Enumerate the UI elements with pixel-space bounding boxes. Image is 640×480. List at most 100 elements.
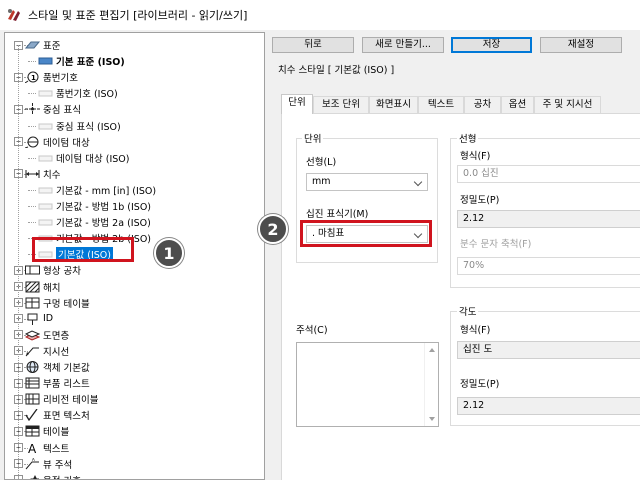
center-mark-icon <box>25 103 40 116</box>
save-button[interactable]: 저장 <box>451 37 532 53</box>
back-button[interactable]: 뒤로 <box>272 37 354 53</box>
svg-text:1: 1 <box>31 74 36 82</box>
tree-item-label: 객체 기본값 <box>43 363 90 374</box>
tree-item[interactable]: 지시선 <box>25 343 69 359</box>
tab-text[interactable]: 텍스트 <box>418 96 464 113</box>
tree-item-label: 지시선 <box>43 346 70 358</box>
tree-item-label: 테이블 <box>43 427 70 439</box>
reset-button[interactable]: 재설정 <box>540 37 622 53</box>
tree-item-label: 기본값 - mm [in] (ISO) <box>56 185 157 197</box>
tree-guide-line <box>18 45 19 479</box>
tree-item[interactable]: 테이블 <box>25 423 69 439</box>
hole-table-icon <box>25 297 40 309</box>
linear-group-label: 선형 <box>457 131 479 145</box>
hatch-icon <box>25 281 40 293</box>
highlight-decimal-marker <box>300 220 432 247</box>
style-item-icon <box>38 200 53 212</box>
fractional-scale-label: 분수 문자 축척(F) <box>460 239 532 250</box>
scroll-up-arrow-icon[interactable] <box>429 348 435 352</box>
tree-connector <box>28 125 36 127</box>
layers-icon <box>24 329 41 341</box>
tree-item[interactable]: 객체 기본값 <box>25 359 90 375</box>
scroll-down-arrow-icon[interactable] <box>429 417 435 421</box>
linear-format-select[interactable]: 0.0 십진 <box>457 165 640 183</box>
decimal-marker-label: 십진 표식기(M) <box>306 209 369 220</box>
tree-item-label: 치수 <box>43 169 61 181</box>
tree-item-label: 중심 표식 <box>43 105 81 117</box>
tab-units[interactable]: 단위 <box>281 94 313 114</box>
tree-item[interactable]: 품번기호 (ISO) <box>38 85 118 101</box>
angular-format-value: 십진 도 <box>463 344 493 355</box>
surface-texture-icon <box>25 408 40 422</box>
tree-item[interactable]: 표준 <box>24 37 61 53</box>
tree-item[interactable]: ID <box>25 311 53 327</box>
tree-item-label: ID <box>43 313 54 325</box>
comment-label: 주석(C) <box>296 325 328 336</box>
tree-item-label: 기본 표준 (ISO) <box>56 57 125 69</box>
angular-group-label: 각도 <box>457 304 479 318</box>
datum-target-icon <box>24 136 40 149</box>
table-icon <box>25 425 40 437</box>
angular-precision-value: 2.12 <box>463 400 485 411</box>
tree-item[interactable]: 1 품번기호 <box>24 69 78 85</box>
tree-item[interactable]: 중심 표식 (ISO) <box>38 118 121 134</box>
tree-connector <box>28 61 36 63</box>
angular-precision-label: 정밀도(P) <box>460 379 500 390</box>
linear-format-label: 형식(F) <box>460 151 491 162</box>
tree-item-label: 부품 리스트 <box>43 379 90 391</box>
tree-item[interactable]: A 뷰 주석 <box>25 456 72 472</box>
style-item-icon <box>38 216 53 228</box>
svg-text:A: A <box>32 458 35 462</box>
tree-item[interactable]: 중심 표식 <box>25 101 81 117</box>
tree-item[interactable]: 기본 표준 (ISO) <box>38 53 125 69</box>
angular-format-select[interactable]: 십진 도 <box>457 341 640 359</box>
feature-control-icon <box>25 264 40 276</box>
tree-item[interactable]: 해치 <box>25 279 60 295</box>
linear-units-value: mm <box>312 176 331 187</box>
tree-item[interactable]: 기본값 - 방법 2a (ISO) <box>38 214 151 230</box>
angular-format-label: 형식(F) <box>460 325 491 336</box>
tree-connector <box>28 206 36 207</box>
new-button[interactable]: 새로 만들기... <box>362 37 444 53</box>
tree-item[interactable]: 기본값 - mm [in] (ISO) <box>38 182 156 198</box>
tree-item[interactable]: 용접 기호 <box>25 472 81 479</box>
highlight-selected-style <box>32 237 134 262</box>
comment-textarea[interactable] <box>296 342 439 427</box>
tree-item[interactable]: 도면층 <box>24 327 69 343</box>
weld-symbol-icon <box>25 474 40 479</box>
tree-item[interactable]: 치수 <box>25 166 60 182</box>
tab-options[interactable]: 옵션 <box>501 96 534 113</box>
angular-precision-select[interactable]: 2.12 <box>457 397 640 415</box>
tree-item[interactable]: 데이텀 대상 (ISO) <box>38 150 129 166</box>
tree-item[interactable]: 구멍 테이블 <box>25 295 90 311</box>
tree-item-label: 형상 공차 <box>43 266 81 278</box>
tree-item[interactable]: 데이텀 대상 <box>24 134 90 150</box>
tab-tolerance[interactable]: 공차 <box>464 96 501 113</box>
tree-item-label: 중심 표식 (ISO) <box>56 121 121 133</box>
tree-connector <box>28 222 36 224</box>
revision-table-icon <box>25 393 40 405</box>
units-group-label: 단위 <box>302 131 324 145</box>
tree-item[interactable]: A 텍스트 <box>25 440 69 456</box>
fractional-scale-select[interactable]: 70% <box>457 257 640 275</box>
tree-item-label: 데이텀 대상 (ISO) <box>56 153 130 165</box>
comment-scrollbar[interactable] <box>424 343 438 426</box>
linear-precision-label: 정밀도(P) <box>460 195 500 206</box>
tree-item-label: 기본값 - 방법 1b (ISO) <box>56 202 152 213</box>
tree-item[interactable]: 기본값 - 방법 1b (ISO) <box>38 198 151 214</box>
tree-item[interactable]: 리비전 테이블 <box>25 391 98 407</box>
linear-units-select[interactable]: mm <box>306 173 428 191</box>
callout-badge-2: 2 <box>258 214 288 244</box>
tree-item[interactable]: 표면 텍스처 <box>25 407 90 423</box>
style-section-title: 치수 스타일 [ 기본값 (ISO) ] <box>278 65 395 76</box>
tree-item-label: 데이텀 대상 <box>43 137 90 149</box>
linear-precision-select[interactable]: 2.12 <box>457 210 640 228</box>
app-logo-icon <box>6 7 22 23</box>
tree-item-label: 표준 <box>43 41 61 52</box>
tree-item[interactable]: 형상 공차 <box>25 262 81 278</box>
tab-display[interactable]: 화면표시 <box>369 96 418 113</box>
tab-notes-and-leaders[interactable]: 주 및 지시선 <box>534 96 601 113</box>
linear-units-label: 선형(L) <box>306 157 337 168</box>
tab-alternate-units[interactable]: 보조 단위 <box>313 96 369 113</box>
tree-item[interactable]: 부품 리스트 <box>25 375 90 391</box>
